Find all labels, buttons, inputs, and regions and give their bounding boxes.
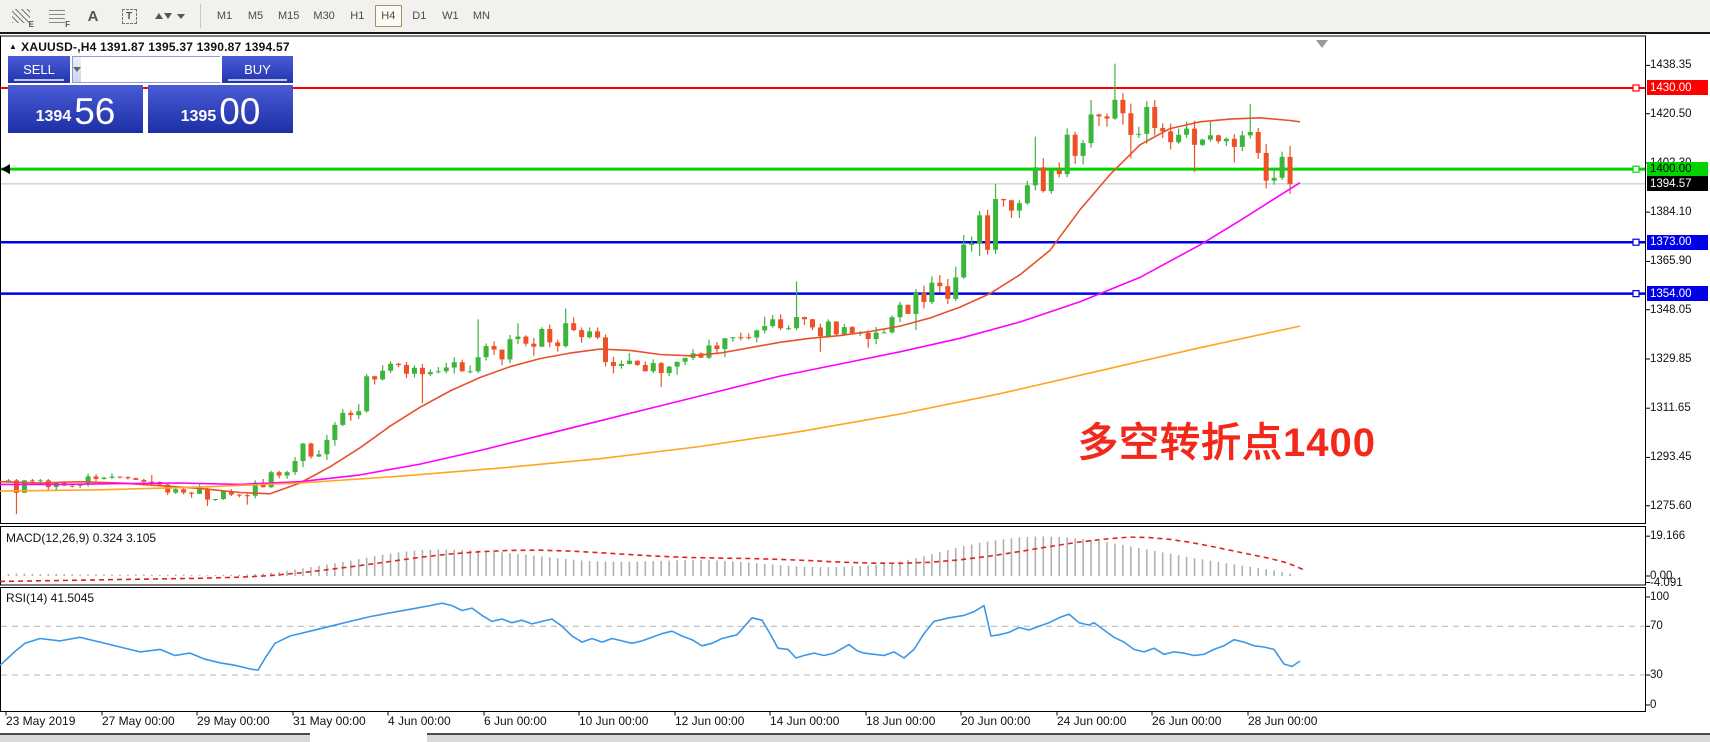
time-tick-label: 12 Jun 00:00 [675,714,744,728]
time-tick-label: 31 May 00:00 [293,714,366,728]
collapse-arrow-icon[interactable]: ▲ [9,42,17,51]
volume-stepper [72,56,220,83]
price-level-badge: 1400.00 [1647,162,1708,177]
time-tick-label: 24 Jun 00:00 [1057,714,1126,728]
sell-button[interactable]: SELL [8,56,70,83]
time-tick-label: 26 Jun 00:00 [1152,714,1221,728]
time-tick-label: 14 Jun 00:00 [770,714,839,728]
chart-title: ▲XAUUSD-,H4 1391.87 1395.37 1390.87 1394… [9,40,290,54]
sell-price[interactable]: 1394 56 [8,85,143,133]
price-tick-label: 1275.60 [1650,499,1708,513]
rsi-label: RSI(14) 41.5045 [6,591,94,605]
price-tick-label: 1329.85 [1650,352,1708,366]
time-tick-label: 18 Jun 00:00 [866,714,935,728]
rsi-tick-label: 100 [1650,590,1708,604]
rsi-tick-label: 0 [1650,698,1708,712]
sell-price-integer: 1394 [36,108,72,126]
buy-price-pips: 00 [219,95,260,129]
rsi-tick-label: 30 [1650,668,1708,682]
time-tick-label: 28 Jun 00:00 [1248,714,1317,728]
time-tick-label: 27 May 00:00 [102,714,175,728]
macd-tick-label: 19.166 [1650,529,1708,543]
price-tick-label: 1420.50 [1650,107,1708,121]
price-tick-label: 1293.45 [1650,450,1708,464]
time-tick-label: 4 Jun 00:00 [388,714,451,728]
price-tick-label: 1384.10 [1650,205,1708,219]
price-level-badge: 1373.00 [1647,235,1708,250]
time-tick-label: 6 Jun 00:00 [484,714,547,728]
mt4-window: E F A T M1M5M15M30H1H4D1W1MN ▲XAUUSD-,H4… [0,0,1710,742]
chart-shift-marker-icon[interactable] [1316,40,1328,48]
one-click-trading-panel: SELL BUY 1394 56 1395 00 [8,56,293,133]
price-level-badge: 1394.57 [1647,176,1708,191]
rsi-tick-label: 70 [1650,619,1708,633]
chevron-down-icon [73,67,81,72]
time-tick-label: 29 May 00:00 [197,714,270,728]
buy-button[interactable]: BUY [222,56,293,83]
time-tick-label: 20 Jun 00:00 [961,714,1030,728]
bottom-panel-segment [427,733,1710,742]
price-tick-label: 1311.65 [1650,401,1708,415]
window-bottom-strip [0,733,1710,742]
price-tick-label: 1438.35 [1650,58,1708,72]
chart-annotation-text[interactable]: 多空转折点1400 [1078,410,1376,468]
sell-price-pips: 56 [74,95,115,129]
macd-tick-label: -4.091 [1650,576,1708,590]
time-tick-label: 10 Jun 00:00 [579,714,648,728]
price-tick-label: 1365.90 [1650,254,1708,268]
time-tick-label: 23 May 2019 [6,714,75,728]
buy-price[interactable]: 1395 00 [148,85,293,133]
price-level-badge: 1430.00 [1647,80,1708,95]
bottom-panel-segment [0,733,310,742]
volume-decrease-button[interactable] [73,57,81,82]
buy-price-integer: 1395 [181,108,217,126]
price-level-badge: 1354.00 [1647,286,1708,301]
macd-label: MACD(12,26,9) 0.324 3.105 [6,531,156,545]
price-tick-label: 1348.05 [1650,303,1708,317]
